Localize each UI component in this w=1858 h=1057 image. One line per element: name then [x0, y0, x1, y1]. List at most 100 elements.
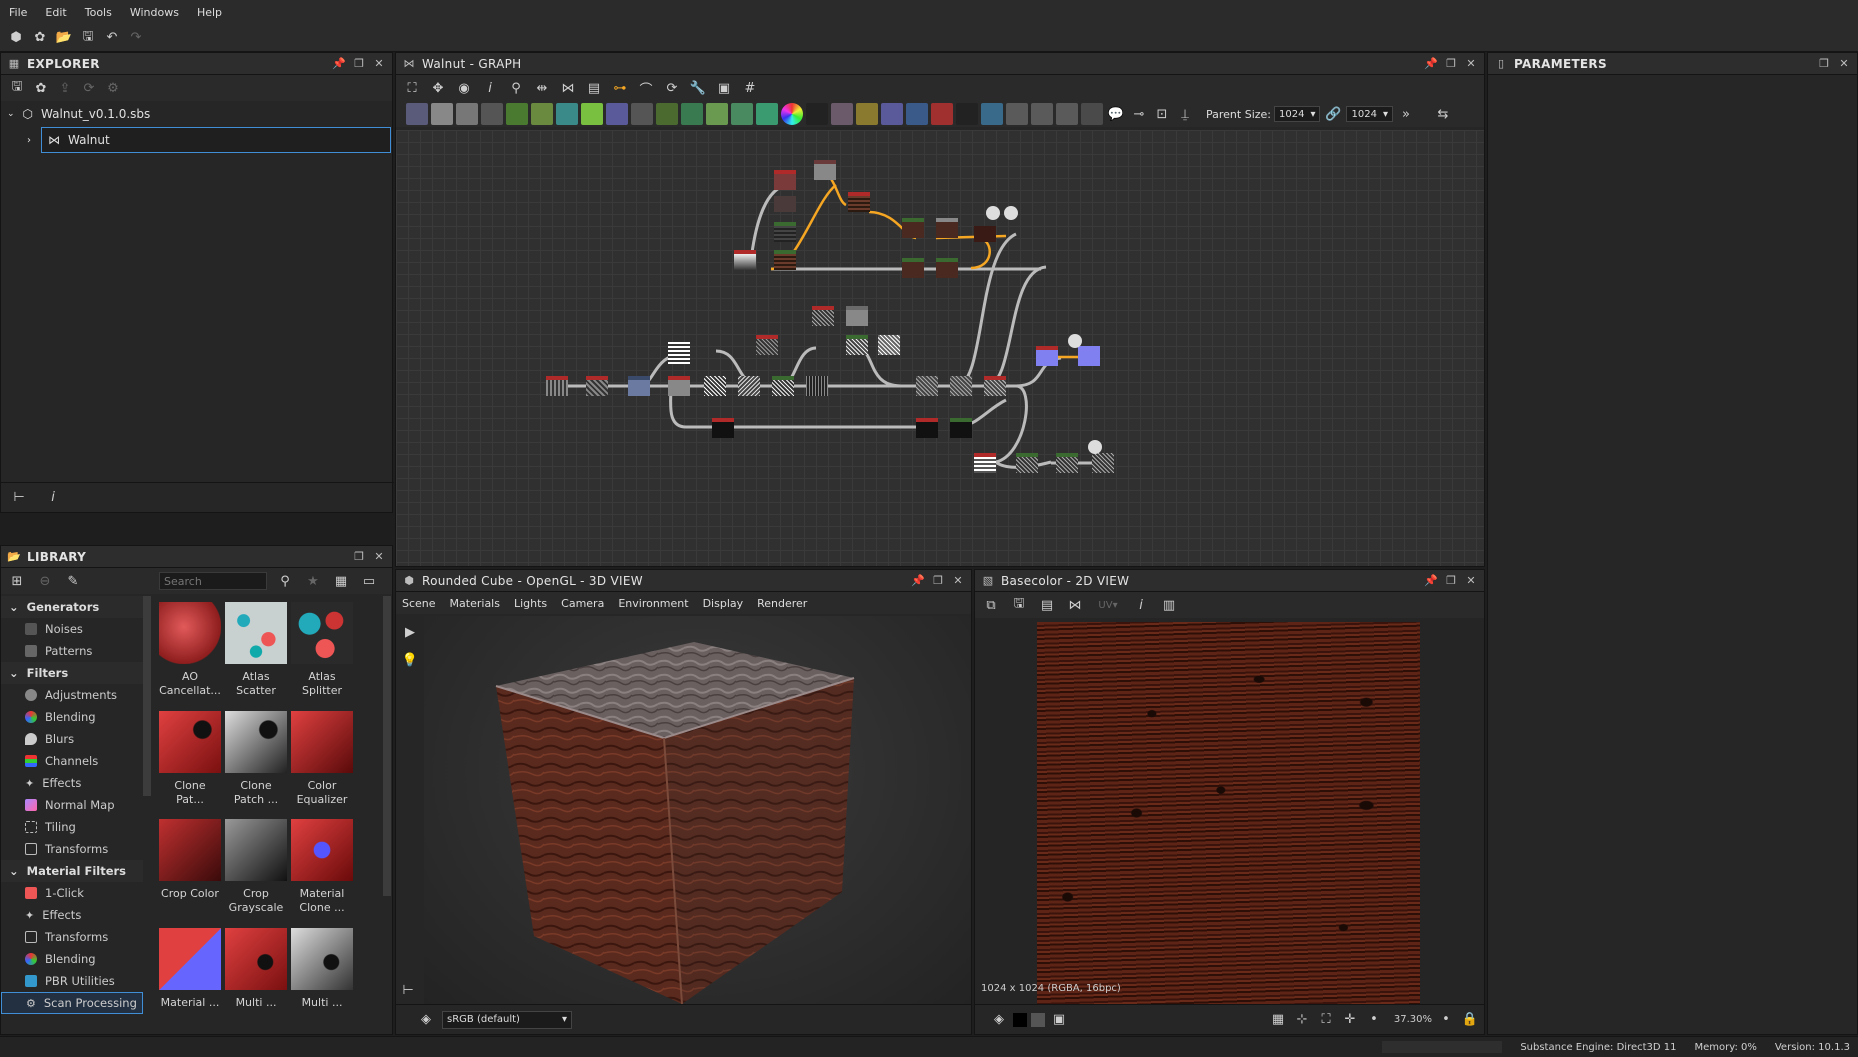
graph-node[interactable] — [774, 222, 796, 242]
color-wheel-icon[interactable] — [781, 103, 803, 125]
graph-node[interactable] — [774, 170, 796, 190]
graph-canvas[interactable] — [396, 130, 1484, 566]
star-icon[interactable]: ★ — [303, 571, 323, 591]
svg-node-icon[interactable] — [431, 103, 453, 125]
select-icon[interactable] — [906, 103, 928, 125]
graph-node[interactable] — [878, 335, 900, 355]
move-icon[interactable]: ✥ — [428, 78, 448, 98]
category-item[interactable]: Tiling — [1, 816, 143, 838]
open-folder-icon[interactable]: 📂 — [54, 28, 74, 48]
category-item[interactable]: ✦ Effects — [1, 904, 143, 926]
text-icon[interactable] — [881, 103, 903, 125]
view3d-menu-environment[interactable]: Environment — [618, 597, 688, 610]
library-thumb[interactable]: Material Clone ... — [291, 819, 353, 920]
link-icon[interactable]: 🔗 — [1323, 104, 1343, 124]
library-thumb[interactable]: Multi ... — [291, 927, 353, 1015]
distance-icon[interactable] — [706, 103, 728, 125]
link-icon[interactable]: ⇹ — [532, 78, 552, 98]
category-item[interactable]: ✦ Effects — [1, 772, 143, 794]
output-icon[interactable] — [1088, 440, 1102, 454]
pin-icon[interactable]: ⍊ — [1175, 104, 1195, 124]
graph-node[interactable] — [704, 376, 726, 396]
graph-node[interactable] — [974, 453, 996, 473]
view3d-menu-scene[interactable]: Scene — [402, 597, 436, 610]
save-icon[interactable]: 🖫 — [78, 28, 98, 48]
edit-icon[interactable]: ✎ — [63, 571, 83, 591]
graph-node[interactable] — [974, 226, 996, 242]
pin-icon[interactable]: 📌 — [332, 57, 346, 71]
blend-icon[interactable] — [656, 103, 678, 125]
screenshot-icon[interactable]: ▣ — [714, 78, 734, 98]
float-icon[interactable]: ❐ — [1817, 57, 1831, 71]
graph-node[interactable] — [628, 376, 650, 396]
bitmap-node-icon[interactable] — [406, 103, 428, 125]
category-item[interactable]: Transforms — [1, 926, 143, 948]
uv-toggle[interactable]: UV ▾ — [1093, 595, 1123, 615]
redo-icon[interactable]: ↷ — [126, 28, 146, 48]
category-item[interactable]: Channels — [1, 750, 143, 772]
toggle-icon[interactable]: ⇆ — [1433, 104, 1453, 124]
paint-icon[interactable] — [931, 103, 953, 125]
graph-node[interactable] — [902, 258, 924, 278]
crosshair-icon[interactable]: ✛ — [1340, 1010, 1360, 1030]
float-icon[interactable]: ❐ — [1444, 574, 1458, 588]
comment-icon[interactable]: 💬 — [1106, 104, 1126, 124]
hierarchy-icon[interactable]: ⊢ — [398, 980, 418, 1000]
uniform-color-icon[interactable] — [456, 103, 478, 125]
library-thumb[interactable]: Color Equalizer — [291, 710, 353, 812]
crop-icon[interactable]: # — [740, 78, 760, 98]
histogram-icon[interactable] — [756, 103, 778, 125]
menu-help[interactable]: Help — [188, 6, 231, 19]
graph-node[interactable] — [812, 306, 834, 326]
pin-icon[interactable]: 📌 — [1424, 574, 1438, 588]
grid-icon[interactable]: ▦ — [1268, 1010, 1288, 1030]
graph-node[interactable] — [738, 376, 760, 396]
category-item[interactable]: 1-Click — [1, 882, 143, 904]
library-thumb[interactable]: Multi ... — [225, 927, 287, 1015]
settings-icon[interactable]: ⚙ — [103, 78, 123, 98]
tree-package-row[interactable]: ⌄ ⬡ Walnut_v0.1.0.sbs — [1, 101, 392, 127]
graph-icon[interactable]: ⋈ — [558, 78, 578, 98]
close-icon[interactable]: ✕ — [1464, 574, 1478, 588]
publish-icon[interactable]: ⇪ — [55, 78, 75, 98]
reload-icon[interactable]: ⟳ — [79, 78, 99, 98]
pin-node-icon[interactable] — [1056, 103, 1078, 125]
category-item[interactable]: Blurs — [1, 728, 143, 750]
transform-icon[interactable] — [481, 103, 503, 125]
add-folder-icon[interactable]: ⊞ — [7, 571, 27, 591]
output-icon[interactable] — [986, 206, 1000, 220]
fit-icon[interactable]: ⛶ — [1316, 1010, 1336, 1030]
search-icon[interactable]: ⚲ — [506, 78, 526, 98]
thumb-scrollbar[interactable] — [383, 596, 391, 896]
remove-icon[interactable]: ⊖ — [35, 571, 55, 591]
category-item-selected[interactable]: ⚙ Scan Processing — [1, 992, 143, 1014]
info-icon[interactable]: i — [43, 488, 63, 508]
dot-icon[interactable]: ⊸ — [1129, 104, 1149, 124]
graph-node[interactable] — [756, 335, 778, 355]
grid-view-icon[interactable]: ▦ — [331, 571, 351, 591]
category-generators[interactable]: ⌄ Generators — [1, 596, 143, 618]
layers-icon[interactable]: ◈ — [989, 1010, 1009, 1030]
tool-icon[interactable]: ⊹ — [1292, 1010, 1312, 1030]
info-icon[interactable]: i — [1131, 595, 1151, 615]
frame-all-icon[interactable]: ⛶ — [402, 78, 422, 98]
menu-tools[interactable]: Tools — [76, 6, 121, 19]
hsl-icon[interactable] — [731, 103, 753, 125]
menu-file[interactable]: File — [0, 6, 36, 19]
chevron-down-icon[interactable]: ⌄ — [7, 109, 15, 119]
graph-node[interactable] — [586, 376, 608, 396]
window-icon[interactable]: ▭ — [359, 571, 379, 591]
float-icon[interactable]: ❐ — [352, 57, 366, 71]
category-scrollbar[interactable] — [143, 596, 151, 796]
category-material-filters[interactable]: ⌄ Material Filters — [1, 860, 143, 882]
view3d-viewport[interactable] — [424, 616, 971, 1004]
curve-icon[interactable]: ⌒ — [636, 78, 656, 98]
float-icon[interactable]: ❐ — [352, 550, 366, 564]
close-icon[interactable]: ✕ — [951, 574, 965, 588]
copy-icon[interactable]: ⧉ — [981, 595, 1001, 615]
undo-icon[interactable]: ↶ — [102, 28, 122, 48]
camera-icon[interactable]: ▶ — [400, 622, 420, 642]
pin-icon[interactable]: 📌 — [1424, 57, 1438, 71]
zoom-out-icon[interactable]: • — [1364, 1010, 1384, 1030]
close-icon[interactable]: ✕ — [372, 57, 386, 71]
